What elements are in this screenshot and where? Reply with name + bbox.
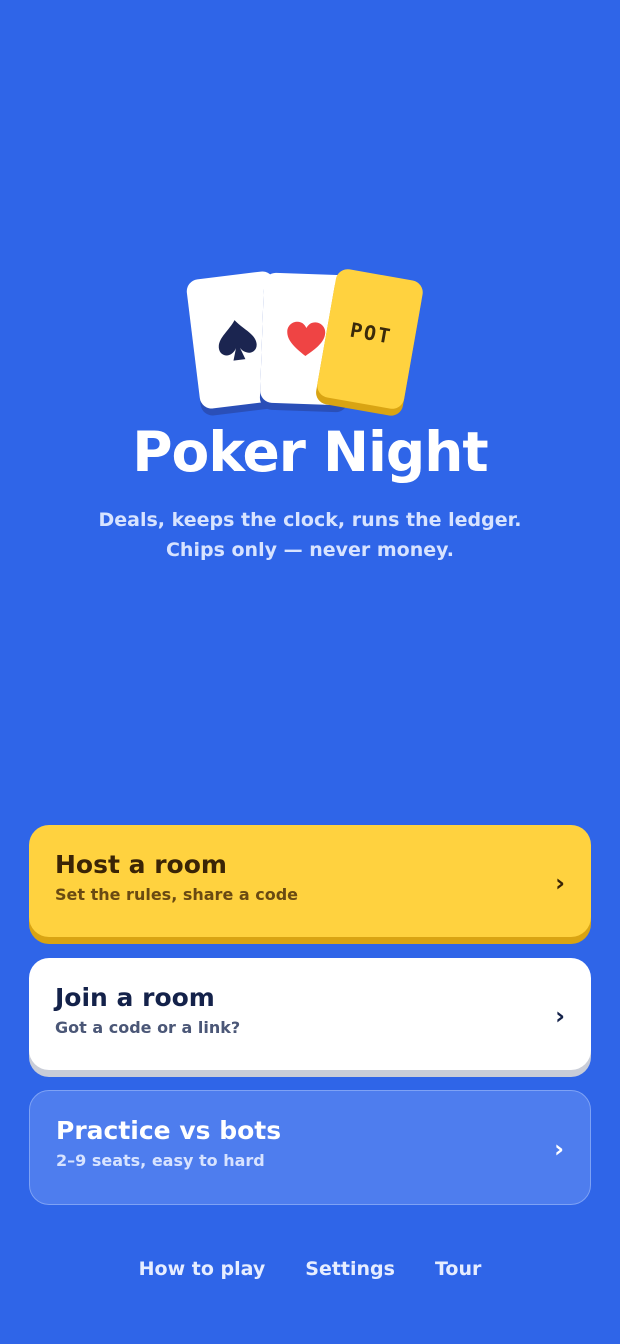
app-subtitle: Deals, keeps the clock, runs the ledger.… xyxy=(0,505,620,565)
tour-link[interactable]: Tour xyxy=(435,1258,481,1280)
join-room-subtitle: Got a code or a link? xyxy=(55,1018,241,1037)
host-room-label: Host a room xyxy=(55,850,227,879)
subtitle-line-1: Deals, keeps the clock, runs the ledger. xyxy=(98,509,522,531)
practice-bots-label: Practice vs bots xyxy=(56,1116,282,1145)
footer-links: How to play Settings Tour xyxy=(0,1258,620,1280)
app-title: Poker Night xyxy=(132,420,488,484)
spade-icon xyxy=(218,320,257,361)
cards-illustration: POT xyxy=(0,262,620,422)
join-room-button[interactable]: Join a room Got a code or a link? › xyxy=(29,958,591,1070)
subtitle-line-2: Chips only — never money. xyxy=(165,539,454,561)
settings-link[interactable]: Settings xyxy=(305,1258,395,1280)
join-room-label: Join a room xyxy=(55,983,215,1012)
chevron-right-icon: › xyxy=(555,1002,565,1030)
how-to-play-link[interactable]: How to play xyxy=(139,1258,266,1280)
chevron-right-icon: › xyxy=(555,869,565,897)
host-room-subtitle: Set the rules, share a code xyxy=(55,885,299,904)
practice-bots-button[interactable]: Practice vs bots 2–9 seats, easy to hard… xyxy=(29,1090,591,1205)
pot-label: POT xyxy=(348,317,394,349)
chevron-right-icon: › xyxy=(554,1135,564,1163)
practice-bots-subtitle: 2–9 seats, easy to hard xyxy=(56,1151,265,1170)
heart-icon xyxy=(287,321,326,356)
start-screen: POT Poker Night Deals, keeps the clock, … xyxy=(0,0,620,1344)
host-room-button[interactable]: Host a room Set the rules, share a code … xyxy=(29,825,591,937)
